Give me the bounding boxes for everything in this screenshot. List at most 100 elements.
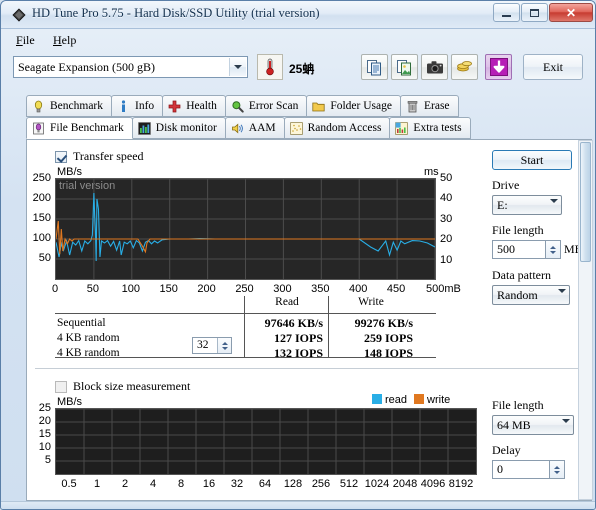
tab-extra-tests[interactable]: Extra tests xyxy=(389,117,471,139)
menu-help-mnemonic: H xyxy=(53,33,62,47)
coins-icon xyxy=(457,61,472,72)
graph1-y2-tick: 40 xyxy=(440,192,453,205)
delay-value: 0 xyxy=(497,462,503,476)
graph2-x-tick: 1024 xyxy=(364,478,390,490)
vertical-scrollbar[interactable] xyxy=(578,140,593,500)
results-table: Read Write Sequential 97646 KB/s 99276 K… xyxy=(55,296,436,360)
table-cell-4kb-random-queued-write: 148 IOPS xyxy=(363,346,413,360)
block-file-length-value: 64 MB xyxy=(497,418,531,432)
grid-chart-icon xyxy=(395,121,409,135)
table-header-read: Read xyxy=(275,296,299,308)
tab-erase-label: Erase xyxy=(423,100,450,112)
graph1-y-tick: 200 xyxy=(32,192,51,204)
save-results-button[interactable] xyxy=(485,54,512,80)
tab-extra-tests-label: Extra tests xyxy=(413,122,462,134)
table-cell-sequential-read: 97646 KB/s xyxy=(264,316,323,330)
graph2-y-tick: 5 xyxy=(44,454,51,466)
hdtune-logo-icon xyxy=(12,8,26,22)
tab-benchmark[interactable]: Benchmark xyxy=(26,95,113,117)
chevron-down-icon xyxy=(229,58,246,76)
legend-swatch-write xyxy=(414,394,425,404)
tab-row-primary: Benchmark Info Health Error Scan Folder … xyxy=(26,95,459,117)
checkbox-icon xyxy=(55,150,67,163)
tab-health[interactable]: Health xyxy=(162,95,226,117)
lightbulb-icon xyxy=(34,100,43,112)
tab-info[interactable]: Info xyxy=(111,95,164,117)
graph2-x-tick: 8 xyxy=(177,478,185,490)
tab-file-benchmark-label: File Benchmark xyxy=(50,122,124,134)
graph1-y-tick: 50 xyxy=(38,252,51,264)
menu-item-file[interactable]: File xyxy=(12,32,39,49)
tab-aam[interactable]: AAM xyxy=(224,117,285,139)
transfer-speed-plot xyxy=(56,179,435,279)
table-cell-4kb-random-read: 127 IOPS xyxy=(273,331,323,345)
screenshot-button[interactable] xyxy=(421,54,448,80)
tab-disk-monitor-label: Disk monitor xyxy=(155,122,217,134)
menu-item-help[interactable]: Help xyxy=(49,32,80,49)
camera-icon xyxy=(426,60,443,73)
delay-stepper[interactable] xyxy=(550,460,565,479)
graph2-x-tick: 2048 xyxy=(392,478,418,490)
stepper-arrows-icon[interactable] xyxy=(217,338,231,353)
transfer-speed-checkbox[interactable]: Transfer speed xyxy=(55,149,144,164)
block-file-length-label: File length xyxy=(492,398,544,412)
window-title: HD Tune Pro 5.75 - Hard Disk/SSD Utility… xyxy=(32,6,320,20)
graph2-x-tick: 512 xyxy=(339,478,359,490)
table-row-label-4kb-random: 4 KB random xyxy=(57,332,120,344)
maximize-button[interactable] xyxy=(521,3,548,22)
copy-button[interactable] xyxy=(361,54,388,80)
tab-file-benchmark[interactable]: File Benchmark xyxy=(26,117,133,139)
tab-random-access-label: Random Access xyxy=(307,122,382,134)
folder-icon xyxy=(312,102,325,111)
menu-bar: File Help xyxy=(1,29,595,49)
queue-depth-value: 32 xyxy=(197,339,209,351)
queue-depth-stepper[interactable]: 32 xyxy=(192,337,232,354)
start-button[interactable]: Start xyxy=(492,150,572,170)
temperature-indicator xyxy=(257,54,283,80)
table-cell-4kb-random-queued-read: 132 IOPS xyxy=(273,346,323,360)
minimize-button[interactable] xyxy=(493,3,520,22)
tab-error-scan[interactable]: Error Scan xyxy=(224,95,308,117)
block-size-graph xyxy=(55,408,477,475)
delay-input[interactable]: 0 xyxy=(492,460,550,479)
thermometer-icon xyxy=(266,58,274,76)
file-length-stepper[interactable] xyxy=(546,240,561,259)
tab-folder-usage[interactable]: Folder Usage xyxy=(306,95,401,117)
graph1-x-tick: 300 xyxy=(273,283,292,295)
graph2-x-tick: 1 xyxy=(93,478,101,490)
graph1-y2-tick: 10 xyxy=(440,253,453,266)
graph1-x-tick: 0 xyxy=(51,283,59,295)
block-file-length-select[interactable]: 64 MB xyxy=(492,415,574,438)
tab-random-access[interactable]: Random Access xyxy=(283,117,391,139)
tab-benchmark-label: Benchmark xyxy=(50,100,104,112)
donate-button[interactable] xyxy=(451,54,478,80)
table-cell-sequential-write: 99276 KB/s xyxy=(354,316,413,330)
graph2-y-tick: 10 xyxy=(38,441,51,453)
graph2-x-tick: 64 xyxy=(258,478,272,490)
file-length-input[interactable]: 500 xyxy=(492,240,546,259)
graph1-y-tick: 250 xyxy=(32,172,51,184)
copy-image-button[interactable] xyxy=(391,54,418,80)
scrollbar-thumb[interactable] xyxy=(580,142,591,262)
data-pattern-select[interactable]: Random xyxy=(492,285,570,307)
graph1-y2-tick: 50 xyxy=(440,172,453,184)
tab-disk-monitor[interactable]: Disk monitor xyxy=(131,117,226,139)
graph1-x-tick: 50 xyxy=(86,283,100,295)
exit-button-label: Exit xyxy=(543,59,563,74)
graph1-x-tick: 100 xyxy=(121,283,140,295)
close-button[interactable]: ✕ xyxy=(549,3,593,22)
tab-erase[interactable]: Erase xyxy=(399,95,459,117)
tab-info-label: Info xyxy=(135,100,155,112)
graph1-x-tick: 250 xyxy=(235,283,254,295)
benchmark-controls-panel: Start Drive E: File length 500 MB Data p… xyxy=(482,140,593,502)
chevron-down-icon xyxy=(562,419,570,438)
drive-select[interactable]: E: xyxy=(492,195,562,217)
exit-button[interactable]: Exit xyxy=(523,54,583,80)
graph2-x-tick: 128 xyxy=(283,478,303,490)
delay-label: Delay xyxy=(492,443,521,457)
trash-icon xyxy=(407,100,418,112)
drive-dropdown[interactable]: Seagate Expansion (500 gB) xyxy=(13,56,248,78)
graph2-x-tick: 16 xyxy=(202,478,216,490)
graph1-y2-tick: 30 xyxy=(440,212,453,225)
block-size-measurement-checkbox[interactable]: Block size measurement xyxy=(55,379,190,394)
